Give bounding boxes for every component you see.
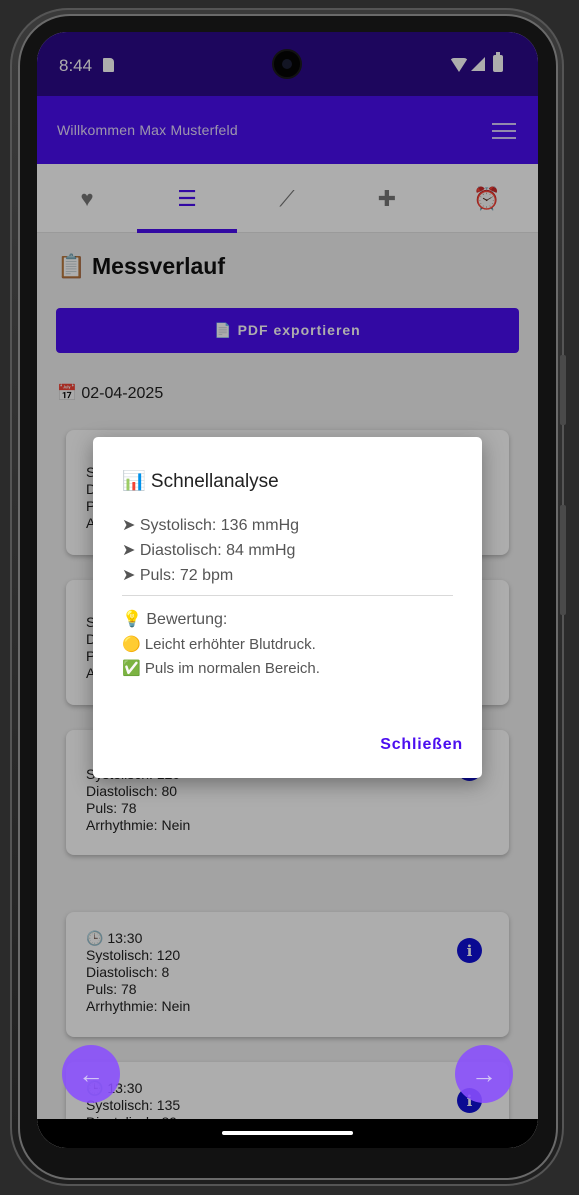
arrow-right-icon: → [471, 1058, 497, 1089]
diastolic-value: ➤ Diastolisch: 84 mmHg [122, 542, 296, 559]
arrow-left-icon: ← [78, 1058, 104, 1089]
previous-button[interactable]: ← [62, 1045, 120, 1103]
phone-screen: 8:44 Willkommen Max Musterfeld ♥ ☰ ⟋ ✚ ⏰… [37, 32, 538, 1148]
quick-analysis-dialog: 📊 Schnellanalyse ➤ Systolisch: 136 mmHg … [93, 437, 482, 778]
volume-button [560, 355, 566, 425]
systolic-value: ➤ Systolisch: 136 mmHg [122, 517, 300, 534]
next-button[interactable]: → [455, 1045, 513, 1103]
power-button [560, 505, 566, 615]
rating-label: 💡 Bewertung: [122, 611, 228, 628]
system-nav-bar [37, 1119, 538, 1148]
close-button[interactable]: Schließen [380, 736, 463, 754]
home-gesture-pill[interactable] [222, 1131, 353, 1135]
rating-blood-pressure: 🟡 Leicht erhöhter Blutdruck. [122, 636, 316, 653]
rating-pulse: ✅ Puls im normalen Bereich. [122, 660, 320, 677]
dialog-title: 📊 Schnellanalyse [122, 471, 279, 492]
pulse-value: ➤ Puls: 72 bpm [122, 567, 234, 584]
dialog-divider [122, 595, 453, 596]
